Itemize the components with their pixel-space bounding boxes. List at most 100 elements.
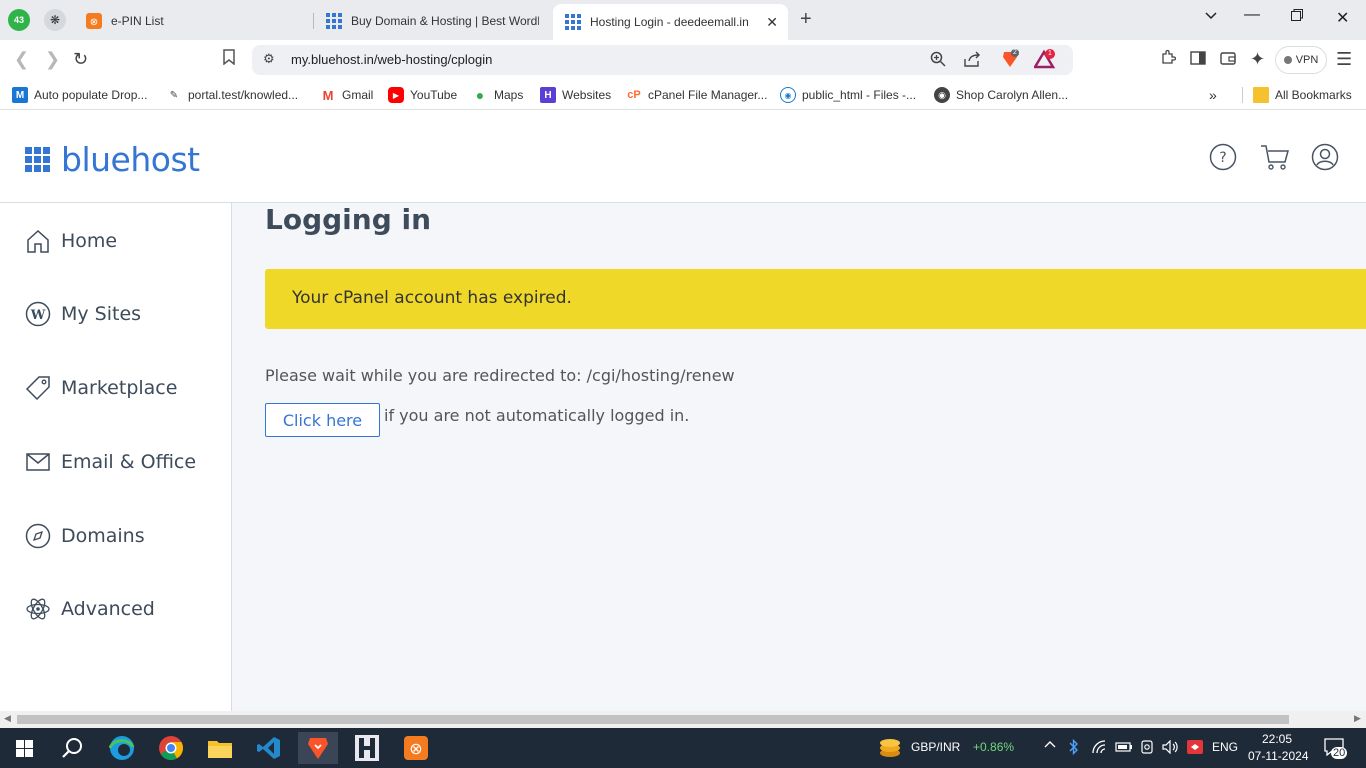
volume-icon[interactable] bbox=[1162, 739, 1180, 757]
tab-strip: 43 ❋ ⊗ e-PIN List Buy Domain & Hosting |… bbox=[0, 0, 1366, 40]
wallet-icon[interactable] bbox=[1220, 49, 1236, 70]
edge-icon[interactable] bbox=[102, 732, 142, 764]
websites-icon: H bbox=[540, 87, 556, 103]
sidebar-item-marketplace[interactable]: Marketplace bbox=[25, 373, 177, 403]
logo-grid-icon bbox=[25, 147, 50, 172]
site-info-icon[interactable]: ⚙ bbox=[263, 51, 275, 67]
menu-icon[interactable]: ☰ bbox=[1336, 49, 1352, 70]
device-icon[interactable] bbox=[1140, 740, 1154, 757]
scroll-thumb[interactable] bbox=[17, 715, 1289, 724]
world-icon: ◉ bbox=[934, 87, 950, 103]
all-bookmarks-folder[interactable]: All Bookmarks bbox=[1242, 87, 1352, 103]
bookmark-shop-carolyn[interactable]: ◉ Shop Carolyn Allen... bbox=[934, 87, 1068, 103]
coins-icon bbox=[880, 739, 900, 757]
zoom-icon[interactable] bbox=[930, 51, 946, 70]
search-icon[interactable] bbox=[52, 732, 92, 764]
brave-rewards-icon[interactable]: 1 bbox=[1032, 49, 1056, 72]
tray-chevron-icon[interactable] bbox=[1044, 739, 1056, 754]
ticker-symbol[interactable]: GBP/INR bbox=[911, 740, 960, 754]
omnibox[interactable]: ⚙ my.bluehost.in/web-hosting/cplogin 2 1 bbox=[252, 45, 1073, 75]
extensions-icon[interactable] bbox=[1160, 49, 1177, 70]
m-logo-icon: M bbox=[12, 87, 28, 103]
ticker-change: +0.86% bbox=[973, 740, 1015, 754]
account-icon[interactable] bbox=[1311, 143, 1339, 171]
cart-icon[interactable] bbox=[1260, 143, 1290, 171]
bookmark-gmail[interactable]: M Gmail bbox=[320, 87, 374, 103]
rewards-count: 1 bbox=[1048, 50, 1052, 57]
sidebar-item-domains[interactable]: Domains bbox=[25, 521, 145, 551]
sidebar-item-my-sites[interactable]: W My Sites bbox=[25, 299, 141, 329]
reload-icon[interactable]: ↻ bbox=[73, 49, 88, 70]
tab-buy-domain[interactable]: Buy Domain & Hosting | Best WordPress bbox=[318, 5, 540, 36]
xampp-taskbar-icon[interactable]: ⊗ bbox=[396, 732, 436, 764]
brave-taskbar-icon[interactable] bbox=[298, 732, 338, 764]
close-tab-icon[interactable]: ✕ bbox=[766, 14, 778, 31]
svg-text:⊗: ⊗ bbox=[90, 17, 98, 28]
forward-icon[interactable]: ❯ bbox=[45, 49, 60, 70]
clock-time[interactable]: 22:05 bbox=[1262, 732, 1292, 746]
scroll-right-icon[interactable]: ▶ bbox=[1354, 713, 1361, 724]
url-text[interactable]: my.bluehost.in/web-hosting/cplogin bbox=[291, 52, 492, 67]
sidebar-item-label: My Sites bbox=[61, 303, 142, 325]
bluehost-favicon-icon bbox=[565, 14, 581, 30]
bookmark-youtube[interactable]: ▶ YouTube bbox=[388, 87, 457, 103]
globe-icon: ◉ bbox=[780, 87, 796, 103]
vpn-button[interactable]: VPN bbox=[1275, 46, 1327, 74]
horizontal-scrollbar[interactable]: ◀ ▶ bbox=[0, 711, 1366, 728]
bookmark-maps[interactable]: ● Maps bbox=[472, 87, 524, 103]
wifi-icon[interactable] bbox=[1092, 740, 1108, 757]
vscode-icon[interactable] bbox=[249, 732, 289, 764]
app-tray-icon[interactable] bbox=[1187, 740, 1203, 757]
bookmark-cpanel[interactable]: cP cPanel File Manager... bbox=[626, 87, 767, 103]
bluehost-favicon-icon bbox=[326, 12, 342, 29]
extension-badge-icon[interactable]: 43 bbox=[8, 9, 30, 31]
terminal-app-icon[interactable] bbox=[347, 732, 387, 764]
help-icon[interactable]: ? bbox=[1209, 143, 1237, 171]
share-icon[interactable] bbox=[964, 51, 981, 70]
bookmark-public-html[interactable]: ◉ public_html - Files -... bbox=[780, 87, 916, 103]
new-tab-icon[interactable]: + bbox=[800, 8, 812, 31]
bookmark-label: portal.test/knowled... bbox=[188, 88, 299, 102]
bookmark-icon[interactable] bbox=[222, 49, 236, 70]
bookmark-portal-test[interactable]: ✎ portal.test/knowled... bbox=[166, 87, 298, 103]
scroll-left-icon[interactable]: ◀ bbox=[4, 713, 11, 724]
close-window-icon[interactable]: ✕ bbox=[1336, 8, 1349, 28]
bluetooth-icon[interactable] bbox=[1069, 738, 1079, 758]
home-icon bbox=[27, 229, 49, 253]
bluehost-logo[interactable]: bluehost bbox=[25, 140, 200, 179]
site-header: bluehost ? bbox=[0, 115, 1366, 203]
more-bookmarks-icon[interactable]: » bbox=[1209, 87, 1217, 103]
restore-icon[interactable] bbox=[1290, 8, 1304, 27]
xampp-icon: ⊗ bbox=[86, 12, 102, 29]
wordpress-icon: W bbox=[25, 301, 51, 327]
file-explorer-icon[interactable] bbox=[200, 732, 240, 764]
tab-search-chevron-icon[interactable] bbox=[1204, 8, 1218, 27]
bookmark-label: Websites bbox=[562, 88, 612, 102]
mail-icon bbox=[26, 453, 50, 471]
leo-ai-icon[interactable]: ✦ bbox=[1250, 49, 1265, 70]
tab-epin-list[interactable]: ⊗ e-PIN List bbox=[78, 5, 313, 36]
sidebar-item-advanced[interactable]: Advanced bbox=[25, 594, 155, 624]
sidebar-item-email-office[interactable]: Email & Office bbox=[25, 447, 196, 477]
language-indicator[interactable]: ENG bbox=[1212, 740, 1238, 754]
bookmark-label: Gmail bbox=[342, 88, 374, 102]
sidebar-toggle-icon[interactable] bbox=[1190, 49, 1206, 70]
login-hint-text: if you are not automatically logged in. bbox=[384, 406, 690, 425]
brave-shields-icon[interactable]: 2 bbox=[1000, 49, 1020, 72]
sidebar-item-home[interactable]: Home bbox=[25, 226, 117, 256]
tab-title: Buy Domain & Hosting | Best WordPress bbox=[351, 13, 539, 28]
bookmark-auto-populate[interactable]: M Auto populate Drop... bbox=[12, 87, 147, 103]
chrome-icon[interactable] bbox=[151, 732, 191, 764]
windows-start-icon[interactable] bbox=[4, 732, 44, 764]
clock-date[interactable]: 07-11-2024 bbox=[1248, 749, 1309, 763]
back-icon[interactable]: ❮ bbox=[14, 49, 29, 70]
bookmark-label: YouTube bbox=[410, 88, 458, 102]
tab-divider bbox=[313, 13, 314, 29]
tab-hosting-login[interactable]: Hosting Login - deedeemall.in ✕ bbox=[553, 4, 788, 40]
bookmark-websites[interactable]: H Websites bbox=[540, 87, 611, 103]
chatgpt-icon[interactable]: ❋ bbox=[44, 9, 66, 31]
click-here-button[interactable]: Click here bbox=[265, 403, 380, 437]
battery-icon[interactable] bbox=[1115, 741, 1133, 756]
minimize-icon[interactable]: — bbox=[1244, 6, 1260, 24]
svg-text:⊗: ⊗ bbox=[409, 739, 422, 758]
